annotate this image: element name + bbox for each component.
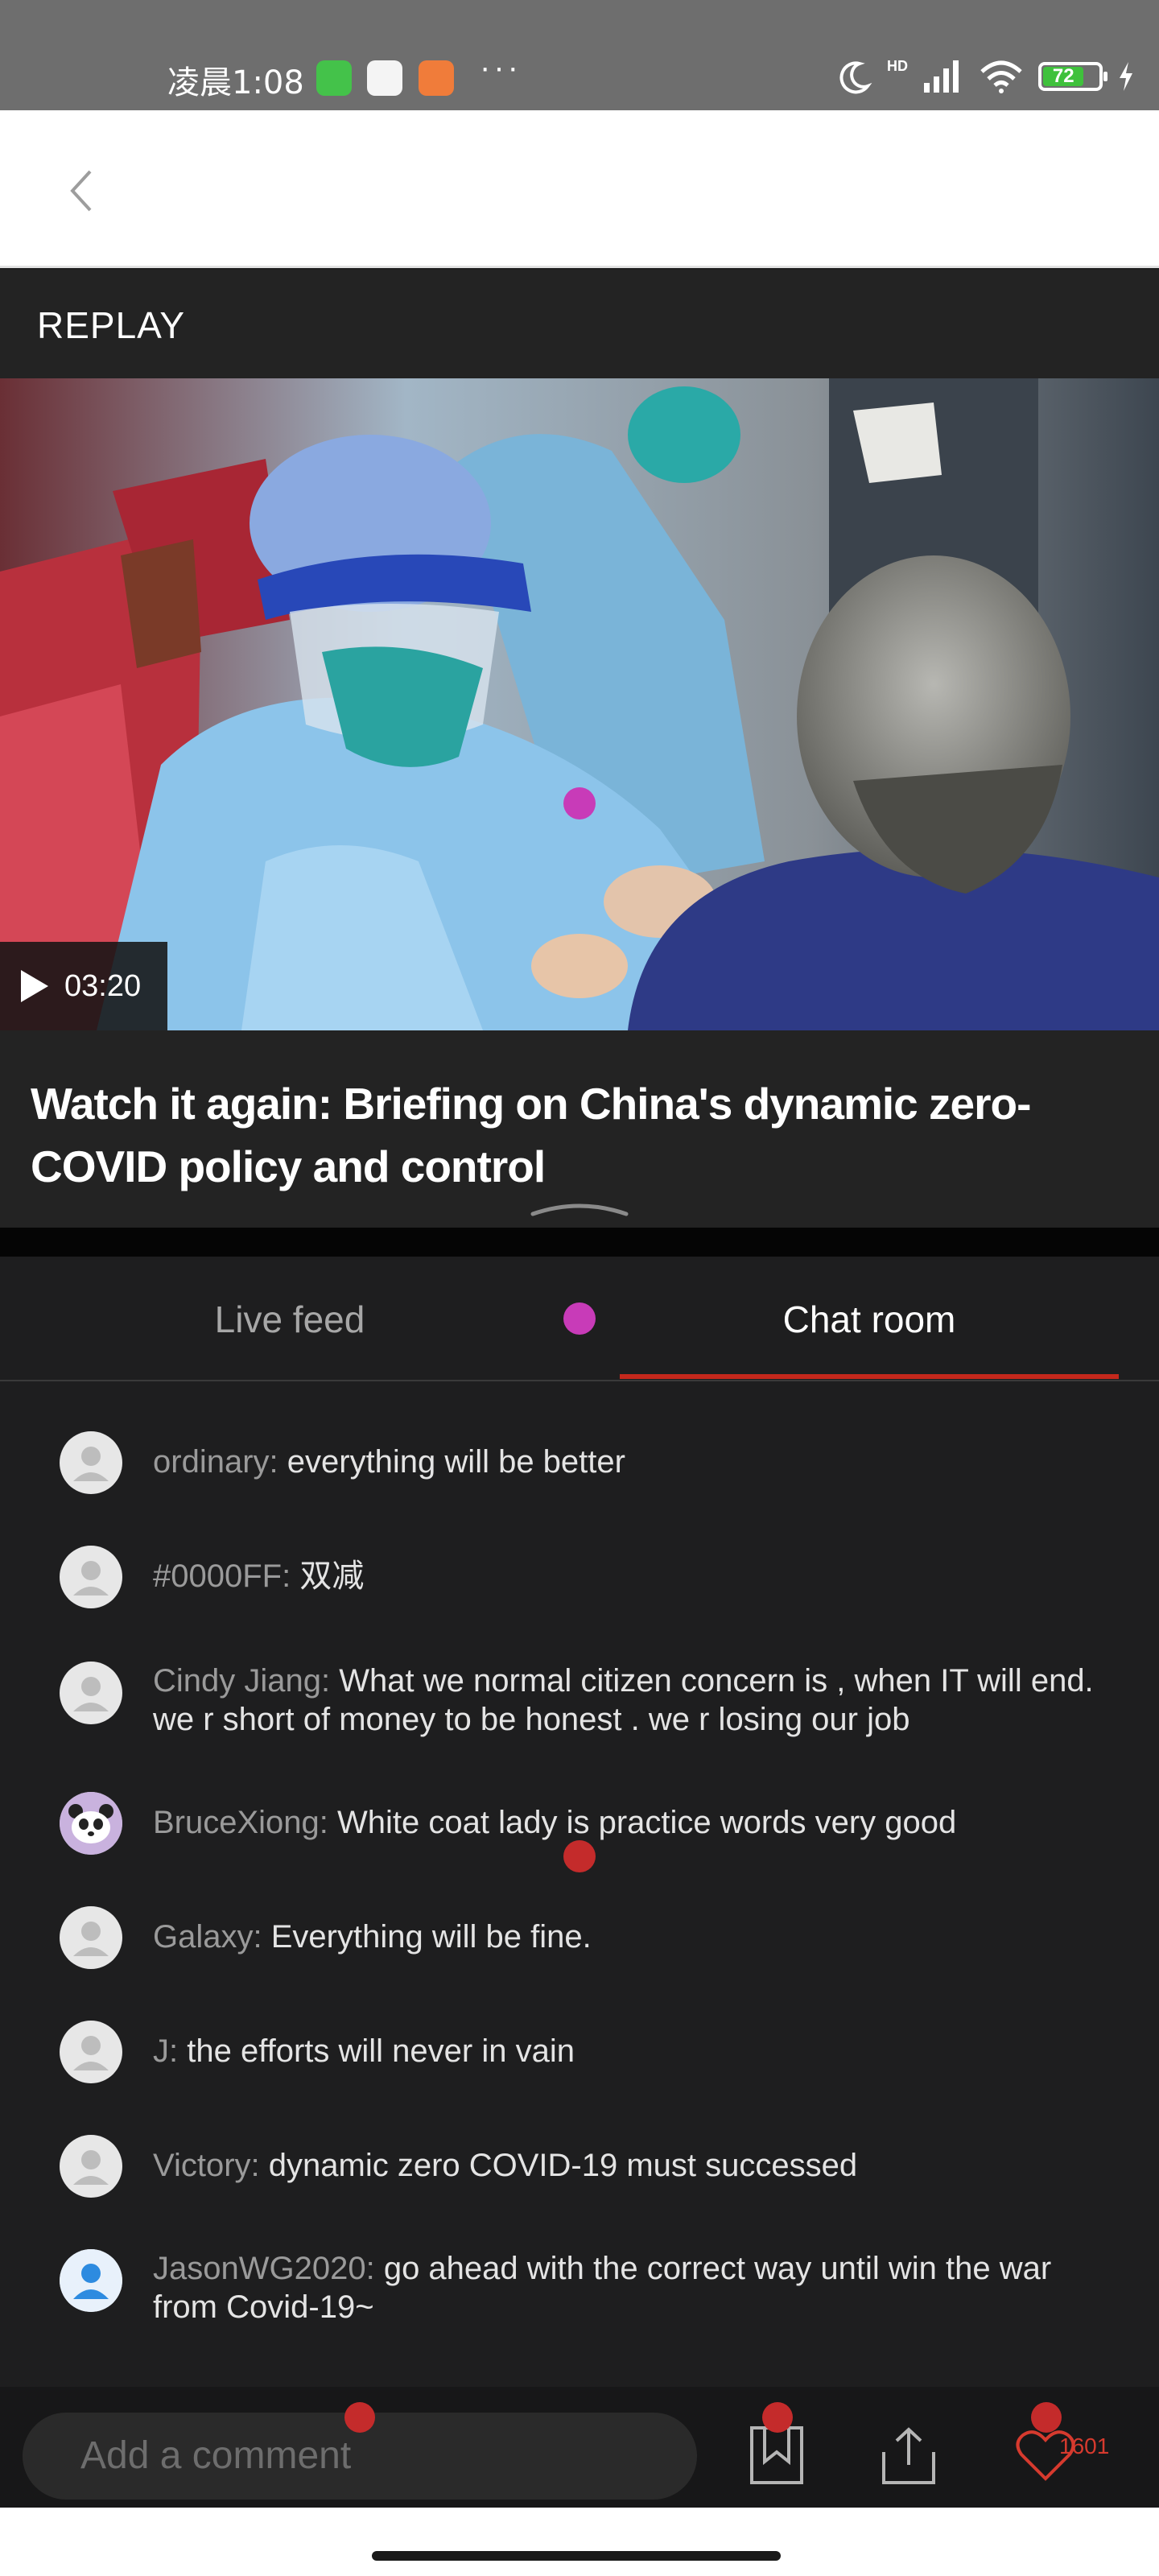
moon-icon — [839, 61, 872, 94]
message-text: everything will be better — [287, 1444, 625, 1480]
message-author[interactable]: JasonWG2020: — [153, 2251, 375, 2286]
duration-text: 03:20 — [64, 968, 142, 1003]
user-icon — [73, 1561, 109, 1596]
video-player[interactable]: 03:20 — [0, 378, 1159, 1030]
avatar[interactable] — [60, 2135, 122, 2198]
bookmark-icon — [750, 2426, 803, 2484]
avatar[interactable] — [60, 2021, 122, 2083]
status-time: 凌晨1:08 — [167, 64, 304, 101]
back-button[interactable] — [48, 159, 113, 223]
network-type-icon: HD — [887, 58, 908, 74]
user-icon — [73, 1447, 109, 1481]
message-body: Victory: dynamic zero COVID-19 must succ… — [153, 2146, 1119, 2185]
message-author[interactable]: Cindy Jiang: — [153, 1663, 330, 1699]
avatar[interactable] — [60, 1906, 122, 1969]
top-nav — [0, 110, 1159, 268]
user-icon — [73, 2150, 109, 2185]
wifi-icon — [980, 60, 1022, 93]
tab-live-feed[interactable]: Live feed — [0, 1257, 580, 1381]
message-author[interactable]: J: — [153, 2033, 178, 2069]
charging-icon — [1120, 62, 1132, 91]
message-text: dynamic zero COVID-19 must successed — [268, 2148, 858, 2183]
collapse-handle-icon[interactable] — [530, 1199, 629, 1217]
user-icon — [73, 1922, 109, 1956]
message-text: the efforts will never in vain — [187, 2033, 575, 2069]
marker-dot — [563, 1840, 596, 1872]
marker-dot — [344, 2402, 375, 2433]
avatar[interactable] — [60, 2249, 122, 2312]
video-title: Watch it again: Briefing on China's dyna… — [31, 1079, 1031, 1191]
avatar[interactable] — [60, 1662, 122, 1724]
message-body: #0000FF: 双减 — [153, 1557, 1119, 1596]
navigation-bar — [0, 2508, 1159, 2576]
duration-badge: 03:20 — [0, 942, 167, 1030]
message-author[interactable]: Galaxy: — [153, 1919, 262, 1955]
play-icon[interactable] — [19, 968, 50, 1004]
marker-dot — [1031, 2402, 1062, 2433]
message-author[interactable]: #0000FF: — [153, 1558, 291, 1594]
message-body: JasonWG2020: go ahead with the correct w… — [153, 2249, 1119, 2326]
marker-dot — [563, 787, 596, 819]
marker-dot — [762, 2402, 793, 2433]
avatar[interactable] — [60, 1792, 122, 1855]
signal-icon — [924, 60, 959, 93]
section-divider — [0, 1228, 1159, 1257]
share-icon — [882, 2427, 935, 2484]
marker-dot — [563, 1302, 596, 1335]
video-info: Watch it again: Briefing on China's dyna… — [0, 1030, 1159, 1228]
battery-level: 72 — [1043, 67, 1084, 86]
user-icon — [73, 2036, 109, 2070]
app-notification-icon — [419, 60, 454, 96]
panda-avatar-icon — [60, 1792, 122, 1855]
video-thumbnail — [0, 378, 1159, 1030]
message-body: Galaxy: Everything will be fine. — [153, 1918, 1119, 1956]
message-body: J: the efforts will never in vain — [153, 2032, 1119, 2070]
app-notification-icon — [316, 60, 352, 96]
message-text: 双减 — [299, 1558, 365, 1594]
home-indicator[interactable] — [372, 2551, 781, 2561]
message-author[interactable]: Victory: — [153, 2148, 260, 2183]
message-body: ordinary: everything will be better — [153, 1443, 1119, 1481]
user-icon — [73, 1677, 109, 1711]
message-text: White coat lady is practice words very g… — [337, 1805, 957, 1840]
status-indicators: HD 72 — [837, 56, 1135, 97]
replay-label: REPLAY — [37, 304, 186, 346]
battery-icon: 72 — [1038, 62, 1107, 91]
tab-chat-room[interactable]: Chat room — [620, 1257, 1119, 1381]
share-button[interactable] — [872, 2419, 945, 2491]
status-bar: 凌晨1:08 ··· HD 72 — [0, 0, 1159, 110]
avatar[interactable] — [60, 1431, 122, 1494]
chevron-left-icon — [70, 170, 92, 212]
message-author[interactable]: BruceXiong: — [153, 1805, 328, 1840]
message-body: BruceXiong: White coat lady is practice … — [153, 1803, 1119, 1842]
message-text: Everything will be fine. — [270, 1919, 592, 1955]
app-notification-icon — [367, 60, 402, 96]
message-author[interactable]: ordinary: — [153, 1444, 278, 1480]
replay-bar: REPLAY — [0, 270, 1159, 378]
more-notifications-icon: ··· — [480, 50, 522, 85]
like-count: 1601 — [1059, 2434, 1110, 2458]
bottom-action-bar: Add a comment 1601 — [0, 2387, 1159, 2508]
active-tab-indicator — [620, 1374, 1119, 1379]
avatar[interactable] — [60, 1546, 122, 1608]
app-screen: 凌晨1:08 ··· HD 72 REPLAY 03:20 Watch it a… — [0, 0, 1159, 2576]
user-avatar-blue-icon — [60, 2249, 122, 2312]
message-body: Cindy Jiang: What we normal citizen conc… — [153, 1662, 1119, 1739]
